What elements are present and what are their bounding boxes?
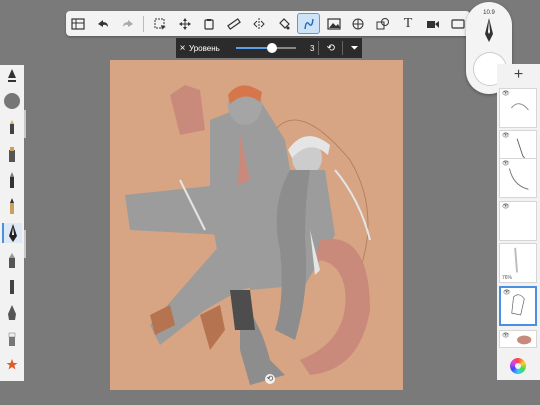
favorites-icon[interactable] [2,355,22,375]
smudge-icon[interactable] [2,303,22,323]
brush-size-label: 10.9 [483,10,495,16]
layer-thumbnail[interactable]: 👁 [499,201,537,241]
opacity-slider-handle[interactable] [24,230,26,258]
video-icon[interactable] [421,13,444,34]
visibility-icon[interactable]: 👁 [503,289,511,296]
size-slider-handle[interactable] [24,110,26,138]
symmetry-icon[interactable] [248,13,271,34]
perspective-icon[interactable] [347,13,370,34]
marker-icon[interactable] [2,145,22,165]
fill-icon[interactable] [272,13,295,34]
toolbar-divider [143,15,145,32]
move-icon[interactable] [173,13,196,34]
artwork [125,85,371,385]
visibility-icon[interactable]: 👁 [502,90,510,97]
image-icon[interactable] [322,13,345,34]
level-divider [342,41,344,55]
brush-nib-icon [485,18,493,42]
visibility-icon[interactable]: 👁 [502,160,510,167]
close-icon[interactable]: × [176,43,189,54]
visibility-icon[interactable]: 👁 [502,332,510,339]
layer-thumbnail-selected[interactable]: 👁 [499,286,537,326]
brush-pen-icon[interactable] [2,197,22,217]
window-handle[interactable] [262,2,278,15]
paint-brush-icon[interactable] [2,277,22,297]
level-value: 3 [309,43,315,53]
fineliner-icon[interactable] [2,223,22,243]
level-slider-knob[interactable] [266,43,277,53]
layer-thumbnail[interactable]: 👁 [499,158,537,198]
pencil-icon[interactable] [2,119,22,139]
layer-thumbnail[interactable]: 👁 [499,88,537,128]
redo-icon[interactable] [117,13,140,34]
level-label: Уровень [189,43,220,53]
eraser-icon[interactable] [2,329,22,349]
color-wheel-icon[interactable] [510,358,526,374]
add-layer-button[interactable]: + [497,66,540,84]
layers-panel: + 👁 👁 👁 👁 76% 👁 👁 [497,64,540,380]
dropdown-icon[interactable]: ⏷ [347,43,362,54]
curve-tool-icon[interactable] [297,13,321,34]
ink-pen-icon[interactable] [2,171,22,191]
text-tool-glyph: T [403,15,413,31]
gallery-icon[interactable] [67,13,90,34]
visibility-icon[interactable]: 👁 [502,203,510,210]
layer-opacity: 76% [502,275,513,281]
brush-library [0,65,24,381]
rotate-canvas-icon[interactable]: ⟲ [265,374,275,384]
undo-icon[interactable] [92,13,115,34]
transform-icon[interactable] [198,13,221,34]
drawing-canvas[interactable] [110,60,403,390]
ruler-icon[interactable] [223,13,246,34]
level-slider[interactable] [236,43,296,53]
level-divider [318,41,320,55]
level-bar: × Уровень 3 ⟲ ⏷ [176,38,362,58]
airbrush-icon[interactable] [2,251,22,271]
main-toolbar: T [66,11,470,36]
brush-library-icon[interactable] [2,67,22,87]
color-puck[interactable] [2,91,22,111]
selection-icon[interactable] [148,13,171,34]
text-icon[interactable]: T [397,13,420,34]
visibility-icon[interactable]: 👁 [502,132,510,139]
layer-thumbnail[interactable]: 👁 [499,330,537,348]
shapes-icon[interactable] [372,13,395,34]
layer-thumbnail[interactable]: 76% [499,243,537,283]
undo-curve-icon[interactable]: ⟲ [323,43,338,54]
